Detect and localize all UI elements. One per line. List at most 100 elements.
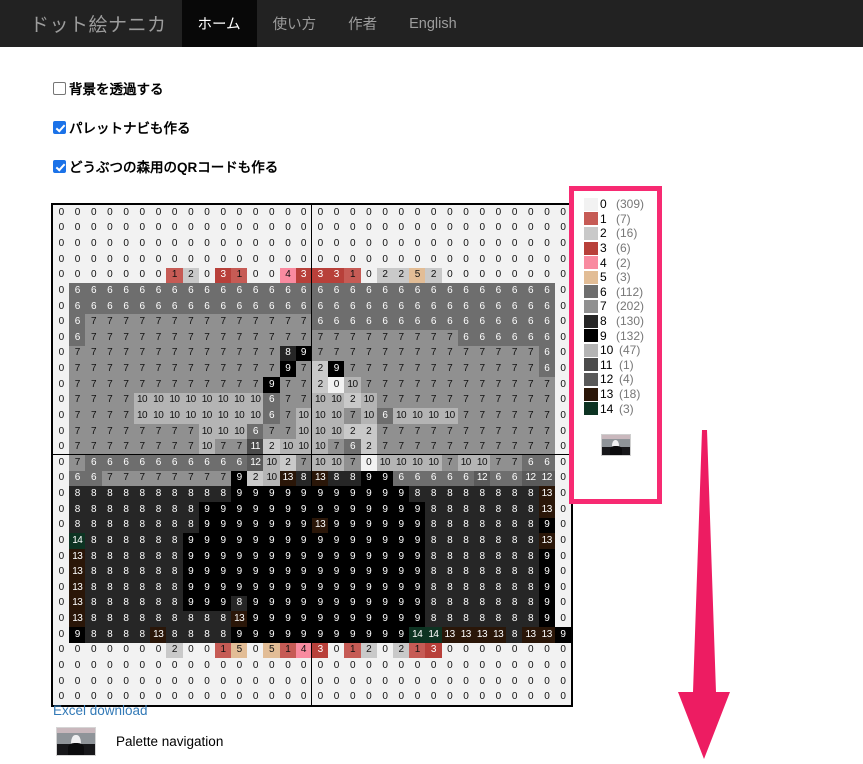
pixel-cell[interactable]: 10 — [457, 455, 474, 471]
pixel-cell[interactable]: 6 — [490, 298, 507, 315]
pixel-cell[interactable]: 7 — [231, 376, 248, 393]
pixel-cell[interactable]: 7 — [392, 345, 410, 362]
pixel-cell[interactable]: 9 — [295, 564, 312, 580]
pixel-cell[interactable]: 8 — [490, 564, 507, 580]
pixel-cell[interactable]: 0 — [85, 658, 102, 674]
pixel-cell[interactable]: 6 — [441, 314, 458, 330]
pixel-cell[interactable]: 0 — [441, 673, 458, 690]
pixel-cell[interactable]: 3 — [425, 642, 442, 659]
pixel-cell[interactable]: 0 — [376, 658, 393, 674]
pixel-cell[interactable]: 0 — [490, 673, 507, 690]
pixel-cell[interactable]: 9 — [295, 626, 312, 643]
pixel-cell[interactable]: 0 — [473, 658, 491, 674]
pixel-cell[interactable]: 0 — [409, 673, 426, 690]
pixel-cell[interactable]: 6 — [85, 298, 102, 315]
pixel-cell[interactable]: 0 — [117, 251, 134, 268]
pixel-cell[interactable]: 10 — [425, 408, 442, 424]
pixel-cell[interactable]: 7 — [490, 361, 507, 377]
pixel-cell[interactable]: 6 — [425, 283, 442, 299]
pixel-cell[interactable]: 0 — [312, 251, 329, 268]
pixel-cell[interactable]: 0 — [150, 236, 167, 252]
pixel-cell[interactable]: 0 — [279, 205, 296, 221]
pixel-cell[interactable]: 0 — [473, 236, 491, 252]
pixel-cell[interactable]: 6 — [328, 283, 345, 299]
pixel-cell[interactable]: 0 — [101, 205, 118, 221]
pixel-cell[interactable]: 3 — [214, 267, 232, 284]
pixel-cell[interactable]: 7 — [490, 423, 507, 440]
pixel-cell[interactable]: 0 — [247, 267, 264, 284]
pixel-cell[interactable]: 9 — [279, 517, 296, 534]
pixel-cell[interactable]: 8 — [506, 595, 523, 612]
pixel-cell[interactable]: 7 — [133, 330, 151, 346]
pixel-cell[interactable]: 6 — [279, 283, 296, 299]
pixel-cell[interactable]: 8 — [473, 595, 491, 612]
pixel-cell[interactable]: 8 — [182, 626, 199, 643]
pixel-cell[interactable]: 9 — [360, 517, 377, 534]
pixel-cell[interactable]: 0 — [506, 220, 523, 237]
pixel-cell[interactable]: 0 — [198, 251, 215, 268]
pixel-cell[interactable]: 2 — [392, 642, 410, 659]
pixel-cell[interactable]: 6 — [85, 470, 102, 487]
pixel-cell[interactable]: 8 — [133, 580, 151, 596]
pixel-cell[interactable]: 0 — [328, 658, 345, 674]
pixel-cell[interactable]: 8 — [425, 580, 442, 596]
pixel-cell[interactable]: 6 — [538, 283, 555, 299]
pixel-cell[interactable]: 7 — [150, 470, 167, 487]
pixel-cell[interactable]: 7 — [247, 376, 264, 393]
pixel-cell[interactable]: 1 — [344, 642, 361, 659]
pixel-cell[interactable]: 6 — [166, 455, 183, 471]
pixel-cell[interactable]: 0 — [69, 642, 86, 659]
pixel-cell[interactable]: 8 — [490, 595, 507, 612]
pixel-cell[interactable]: 7 — [538, 408, 555, 424]
pixel-cell[interactable]: 7 — [506, 455, 523, 471]
pixel-cell[interactable]: 6 — [538, 455, 555, 471]
pixel-cell[interactable]: 8 — [117, 595, 134, 612]
nav-item-english[interactable]: English — [393, 0, 473, 47]
pixel-cell[interactable]: 8 — [85, 517, 102, 534]
pixel-cell[interactable]: 0 — [53, 595, 70, 612]
pixel-cell[interactable]: 7 — [198, 314, 215, 330]
pixel-cell[interactable]: 7 — [182, 330, 199, 346]
pixel-cell[interactable]: 0 — [490, 205, 507, 221]
pixel-cell[interactable]: 7 — [231, 345, 248, 362]
pixel-cell[interactable]: 9 — [312, 486, 329, 502]
pixel-cell[interactable]: 8 — [328, 470, 345, 487]
pixel-cell[interactable]: 6 — [457, 330, 474, 346]
pixel-cell[interactable]: 7 — [85, 408, 102, 424]
pixel-cell[interactable]: 0 — [328, 205, 345, 221]
pixel-cell[interactable]: 0 — [166, 673, 183, 690]
pixel-cell[interactable]: 0 — [506, 251, 523, 268]
pixel-cell[interactable]: 0 — [425, 673, 442, 690]
pixel-cell[interactable]: 8 — [409, 486, 426, 502]
pixel-cell[interactable]: 7 — [214, 361, 232, 377]
pixel-cell[interactable]: 0 — [53, 298, 70, 315]
pixel-cell[interactable]: 9 — [538, 580, 555, 596]
pixel-cell[interactable]: 0 — [263, 658, 280, 674]
pixel-cell[interactable]: 9 — [360, 580, 377, 596]
pixel-cell[interactable]: 7 — [295, 455, 312, 471]
pixel-cell[interactable]: 8 — [133, 486, 151, 502]
pixel-cell[interactable]: 9 — [198, 580, 215, 596]
pixel-cell[interactable]: 0 — [279, 220, 296, 237]
pixel-cell[interactable]: 9 — [344, 517, 361, 534]
pixel-cell[interactable]: 8 — [441, 564, 458, 580]
pixel-cell[interactable]: 7 — [247, 314, 264, 330]
pixel-cell[interactable]: 6 — [376, 314, 393, 330]
pixel-cell[interactable]: 0 — [263, 236, 280, 252]
pixel-cell[interactable]: 8 — [506, 611, 523, 627]
pixel-cell[interactable]: 0 — [247, 658, 264, 674]
pixel-cell[interactable]: 0 — [360, 251, 377, 268]
pixel-cell[interactable]: 7 — [166, 376, 183, 393]
pixel-cell[interactable]: 7 — [312, 330, 329, 346]
pixel-cell[interactable]: 0 — [133, 236, 151, 252]
pixel-cell[interactable]: 0 — [101, 251, 118, 268]
pixel-cell[interactable]: 7 — [409, 345, 426, 362]
pixel-cell[interactable]: 0 — [85, 236, 102, 252]
pixel-cell[interactable]: 7 — [214, 376, 232, 393]
pixel-cell[interactable]: 7 — [506, 408, 523, 424]
pixel-cell[interactable]: 9 — [376, 548, 393, 565]
pixel-cell[interactable]: 8 — [425, 595, 442, 612]
pixel-cell[interactable]: 9 — [231, 486, 248, 502]
pixel-cell[interactable]: 9 — [198, 548, 215, 565]
pixel-cell[interactable]: 8 — [522, 580, 539, 596]
